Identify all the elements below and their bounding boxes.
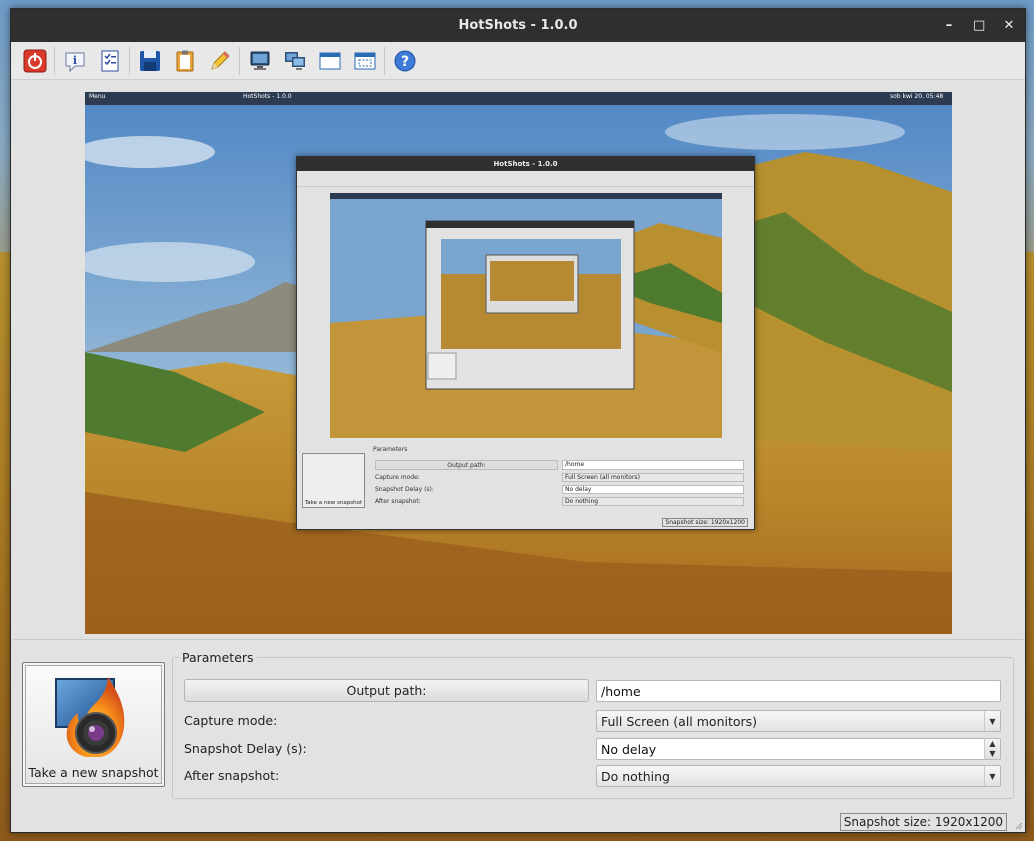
region-icon: [354, 52, 375, 69]
preview-nested-after-label: After snapshot:: [375, 498, 421, 505]
snapshot-delay-label: Snapshot Delay (s):: [184, 741, 307, 756]
quit-button[interactable]: [20, 46, 50, 76]
svg-text:?: ?: [400, 54, 408, 70]
preview-nested-toolbar: [297, 171, 754, 187]
preview-nested-output-button: Output path:: [375, 460, 558, 470]
preview-taskbar-clock: sob kwi 20, 05:48: [890, 93, 944, 100]
preview-nested-image: [330, 193, 722, 438]
resize-grip-icon[interactable]: [1013, 820, 1023, 830]
output-path-input[interactable]: /home: [596, 680, 1001, 702]
capture-window-button[interactable]: [315, 46, 345, 76]
capture-mode-value: Full Screen (all monitors): [601, 713, 758, 729]
preferences-button[interactable]: [95, 46, 125, 76]
capture-mode-label: Capture mode:: [184, 713, 278, 728]
chevron-down-icon: ▼: [984, 766, 1000, 786]
preview-nested-window: HotShots - 1.0.0 Parameters Take a new s…: [296, 156, 755, 530]
take-snapshot-button[interactable]: Take a new snapshot: [22, 662, 165, 787]
divider: [13, 639, 1023, 640]
preview-taskbar-menu: Menu: [89, 93, 106, 100]
close-button[interactable]: ✕: [1003, 18, 1015, 33]
preview-nested-title: HotShots - 1.0.0: [297, 157, 754, 171]
capture-all-screens-button[interactable]: [280, 46, 310, 76]
toolbar-separator: [384, 46, 385, 75]
after-snapshot-label: After snapshot:: [184, 768, 280, 783]
copy-clipboard-button[interactable]: [170, 46, 200, 76]
edit-button[interactable]: [205, 46, 235, 76]
preview-taskbar-window: HotShots - 1.0.0: [243, 93, 292, 100]
preview-nested-snap-button: Take a new snapshot: [302, 453, 365, 508]
preview-nested-delay-value: No delay: [562, 485, 744, 494]
minimize-button[interactable]: –: [943, 18, 955, 33]
floppy-icon: [139, 50, 160, 71]
title-bar[interactable]: HotShots - 1.0.0 – □ ✕: [11, 9, 1025, 42]
toolbar-separator: [239, 46, 240, 75]
take-snapshot-label: Take a new snapshot: [28, 765, 159, 780]
snapshot-delay-spinbox[interactable]: No delay ▲ ▼: [596, 738, 1001, 760]
save-button[interactable]: [135, 46, 165, 76]
svg-text:i: i: [72, 54, 76, 67]
window-title: HotShots - 1.0.0: [458, 18, 578, 33]
help-button[interactable]: ?: [390, 46, 420, 76]
preview-nested-status: Snapshot size: 1920x1200: [662, 518, 748, 527]
about-button[interactable]: i: [60, 46, 90, 76]
window-icon: [319, 52, 340, 69]
preview-nested-after-value: Do nothing: [562, 497, 744, 506]
help-icon: ?: [394, 50, 415, 71]
parameters-title: Parameters: [179, 650, 257, 665]
info-icon: i: [65, 52, 84, 72]
capture-screen-button[interactable]: [245, 46, 275, 76]
toolbar-separator: [129, 46, 130, 75]
app-window: HotShots - 1.0.0 – □ ✕ i ? Menu HotShots…: [10, 8, 1026, 833]
preview-nested-snap-label: Take a new snapshot: [304, 500, 363, 506]
snapshot-size-status: Snapshot size: 1920x1200: [839, 813, 1007, 831]
monitor-icon: [250, 51, 269, 70]
toolbar-separator: [54, 46, 55, 75]
output-path-button[interactable]: Output path:: [184, 679, 589, 702]
preview-nested-capture-value: Full Screen (all monitors): [562, 473, 744, 482]
capture-mode-select[interactable]: Full Screen (all monitors) ▼: [596, 710, 1001, 732]
pencil-icon: [210, 50, 230, 70]
capture-region-button[interactable]: [350, 46, 380, 76]
snapshot-preview: Menu HotShots - 1.0.0 sob kwi 20, 05:48 …: [85, 92, 952, 634]
preview-nested-delay-label: Snapshot Delay (s):: [375, 486, 434, 493]
preview-nested-capture-label: Capture mode:: [375, 474, 420, 481]
maximize-button[interactable]: □: [973, 18, 985, 33]
checklist-icon: [101, 50, 118, 71]
chevron-down-icon: ▼: [984, 711, 1000, 731]
clipboard-icon: [176, 50, 193, 71]
power-icon: [23, 49, 46, 72]
camera-flame-icon: [54, 677, 124, 757]
toolbar: i ?: [11, 42, 1025, 80]
snapshot-delay-value: No delay: [601, 741, 657, 757]
multi-monitor-icon: [284, 51, 305, 70]
spin-arrows-icon[interactable]: ▲ ▼: [984, 739, 1000, 759]
preview-nested-params-title: Parameters: [373, 446, 408, 453]
preview-nested-output-value: /home: [562, 460, 744, 470]
after-snapshot-value: Do nothing: [601, 768, 670, 784]
after-snapshot-select[interactable]: Do nothing ▼: [596, 765, 1001, 787]
